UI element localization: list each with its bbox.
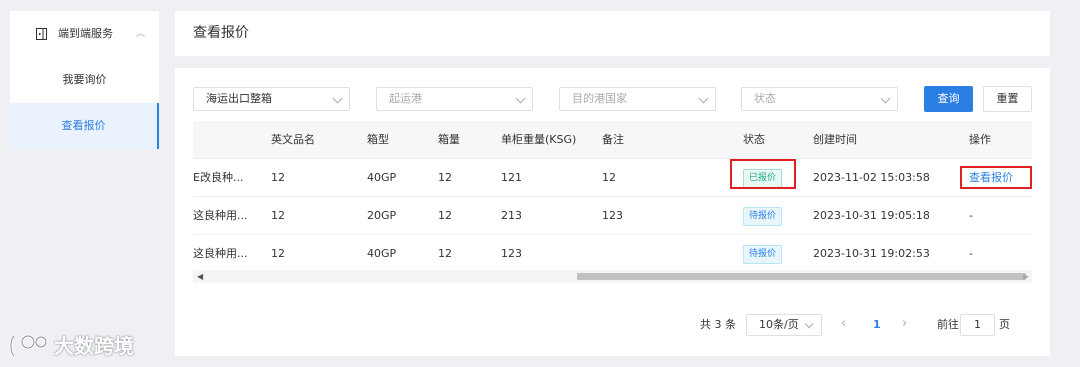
goto-label: 前往 [937, 318, 959, 331]
chevron-down-icon [515, 93, 526, 104]
type-select[interactable]: 海运出口整箱 [193, 87, 350, 111]
table-header: 英文品名 箱型 箱量 单柜重量(KSG) 备注 状态 创建时间 操作 [193, 121, 1032, 159]
action-cell: - [969, 209, 973, 222]
column-header: 状态 [743, 133, 765, 146]
scroll-left-arrow-icon[interactable]: ◀ [197, 272, 203, 281]
scrollbar-thumb[interactable] [577, 273, 1026, 280]
sidebar-group-header[interactable]: 端到端服务 ︿ [10, 11, 159, 57]
door-icon [36, 28, 47, 40]
current-page[interactable]: 1 [873, 318, 881, 332]
column-header: 英文品名 [271, 133, 315, 146]
box-type-cell: 20GP [367, 209, 397, 222]
page-header: 查看报价 [175, 11, 1050, 56]
chevron-down-icon [804, 319, 814, 329]
watermark-text: 大数跨境 [54, 334, 134, 358]
weight-cell: 123 [501, 247, 522, 260]
sidebar-group-title: 端到端服务 [58, 27, 113, 40]
page-size-select[interactable]: 10条/页 [746, 314, 822, 336]
box-qty-cell: 12 [438, 171, 452, 184]
status-placeholder: 状态 [754, 92, 776, 105]
chevron-up-icon: ︿ [136, 29, 146, 39]
quote-table: 英文品名 箱型 箱量 单柜重量(KSG) 备注 状态 创建时间 操作 E改良种.… [193, 121, 1032, 270]
status-select[interactable]: 状态 [741, 87, 898, 111]
origin-port-select[interactable]: 起运港 [376, 87, 533, 111]
box-type-cell: 40GP [367, 247, 397, 260]
english-name-cell: 12 [271, 209, 285, 222]
action-highlight-box [960, 166, 1032, 189]
english-name-cell: 12 [271, 247, 285, 260]
column-header: 箱量 [438, 133, 460, 146]
action-cell: - [969, 247, 973, 260]
table-row: 这良种用... 12 40GP 12 123 待报价 2023-10-31 19… [193, 235, 1032, 270]
product-name-cell: 这良种用... [193, 209, 248, 222]
watermark: 大数跨境 [8, 330, 148, 362]
sidebar-item-label: 我要询价 [62, 73, 107, 86]
status-highlight-box [730, 159, 796, 189]
table-row: E改良种... 12 40GP 12 121 12 已报价 2023-11-02… [193, 159, 1032, 197]
sidebar: 端到端服务 ︿ 我要询价 查看报价 [10, 11, 159, 149]
created-time-cell: 2023-10-31 19:05:18 [813, 209, 930, 222]
english-name-cell: 12 [271, 171, 285, 184]
destination-country-placeholder: 目的港国家 [572, 92, 627, 105]
chevron-down-icon [698, 93, 709, 104]
note-cell: 123 [602, 209, 623, 222]
table-row: 这良种用... 12 20GP 12 213 123 待报价 2023-10-3… [193, 197, 1032, 235]
type-select-value: 海运出口整箱 [206, 92, 272, 105]
goto-page-input[interactable]: 1 [960, 314, 995, 336]
weight-cell: 121 [501, 171, 522, 184]
pagination-total: 共 3 条 [700, 318, 736, 331]
table-horizontal-scrollbar[interactable]: ◀ ▶ [193, 270, 1032, 283]
status-badge: 待报价 [743, 245, 783, 264]
reset-button[interactable]: 重置 [983, 86, 1032, 112]
column-header: 创建时间 [813, 133, 857, 146]
note-cell: 12 [602, 171, 616, 184]
column-header: 箱型 [367, 133, 389, 146]
column-header: 单柜重量(KSG) [501, 133, 577, 146]
main-panel: 海运出口整箱 起运港 目的港国家 状态 查询 重置 英文品名 箱型 箱量 单柜重… [175, 68, 1050, 356]
query-button[interactable]: 查询 [924, 86, 973, 112]
chevron-down-icon [332, 93, 343, 104]
sidebar-item-label: 查看报价 [61, 119, 106, 132]
column-header: 备注 [602, 133, 624, 146]
column-header: 操作 [969, 133, 991, 146]
sidebar-item-inquiry[interactable]: 我要询价 [10, 57, 159, 103]
sidebar-item-view-quote[interactable]: 查看报价 [10, 103, 159, 149]
origin-port-placeholder: 起运港 [389, 92, 422, 105]
scroll-right-arrow-icon[interactable]: ▶ [1023, 272, 1029, 281]
created-time-cell: 2023-10-31 19:02:53 [813, 247, 930, 260]
status-badge: 待报价 [743, 207, 783, 226]
prev-page-icon[interactable]: ‹ [841, 316, 846, 332]
created-time-cell: 2023-11-02 15:03:58 [813, 171, 930, 184]
chevron-down-icon [880, 93, 891, 104]
destination-country-select[interactable]: 目的港国家 [559, 87, 716, 111]
box-qty-cell: 12 [438, 247, 452, 260]
weight-cell: 213 [501, 209, 522, 222]
page-title: 查看报价 [193, 25, 249, 41]
watermark-logo-icon [9, 334, 48, 358]
box-type-cell: 40GP [367, 171, 397, 184]
box-qty-cell: 12 [438, 209, 452, 222]
product-name-cell: E改良种... [193, 171, 244, 184]
next-page-icon[interactable]: › [902, 316, 907, 332]
product-name-cell: 这良种用... [193, 247, 248, 260]
page-size-value: 10条/页 [759, 318, 799, 331]
goto-unit: 页 [999, 318, 1010, 331]
